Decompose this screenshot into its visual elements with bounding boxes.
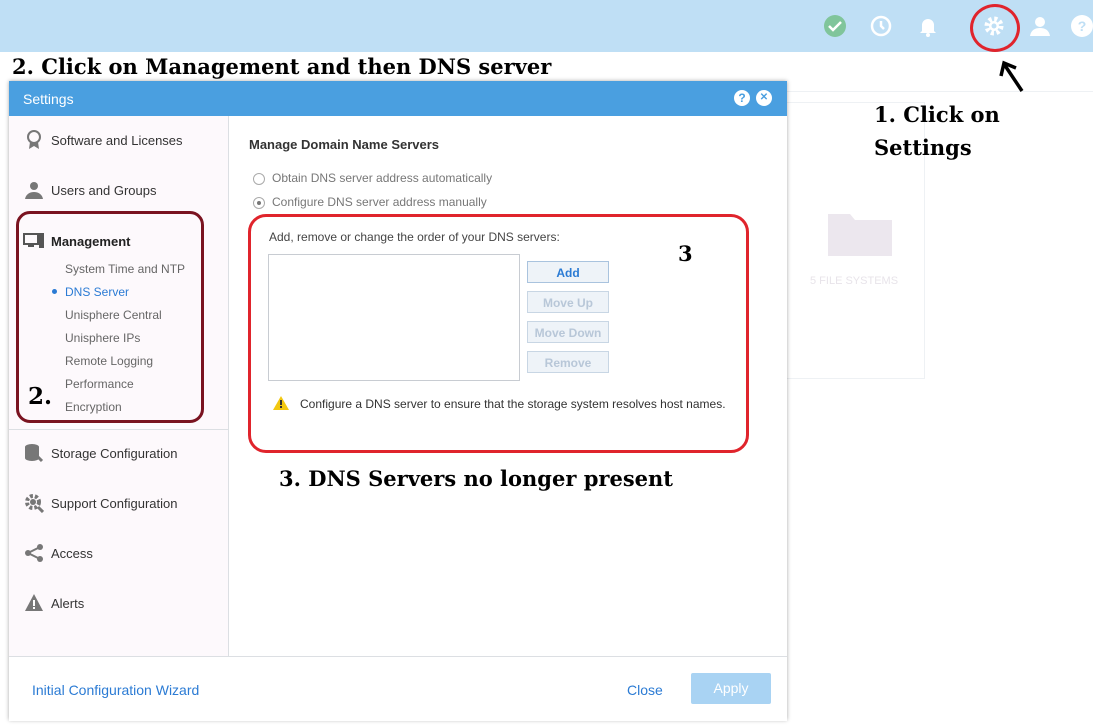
user-icon	[23, 179, 45, 201]
annotation-step3-caption: 3. DNS Servers no longer present	[279, 466, 673, 491]
annotation-arrow-icon	[996, 58, 1026, 99]
annotation-step2-marker: 2.	[28, 383, 53, 410]
sidebar-item-storage[interactable]: Storage Configuration	[23, 441, 177, 465]
dialog-help-button[interactable]: ?	[734, 90, 750, 106]
help-icon[interactable]: ?	[1069, 13, 1093, 39]
user-icon[interactable]	[1027, 13, 1053, 39]
radio-obtain-auto-label[interactable]: Obtain DNS server address automatically	[272, 171, 492, 185]
check-status-icon[interactable]	[822, 13, 848, 39]
sidebar-divider	[9, 429, 228, 430]
database-icon	[23, 442, 45, 464]
top-bar: ?	[0, 0, 1093, 52]
award-icon	[23, 129, 45, 151]
sidebar-item-access[interactable]: Access	[23, 541, 93, 565]
bell-icon[interactable]	[915, 13, 941, 39]
annotation-settings-circle	[970, 4, 1020, 52]
radio-obtain-auto[interactable]	[253, 173, 265, 185]
sidebar-item-users[interactable]: Users and Groups	[23, 178, 157, 202]
background-card-label: 5 FILE SYSTEMS	[810, 275, 899, 287]
radio-configure-manual-label[interactable]: Configure DNS server address manually	[272, 195, 487, 209]
sidebar-item-alerts[interactable]: Alerts	[23, 591, 84, 615]
dialog-title: Settings	[23, 91, 74, 107]
dialog-header: Settings ? ✕	[9, 81, 787, 116]
initial-config-wizard-link[interactable]: Initial Configuration Wizard	[32, 682, 199, 698]
page-title: Manage Domain Name Servers	[249, 137, 440, 152]
radio-configure-manual[interactable]	[253, 197, 265, 209]
sidebar-item-support[interactable]: Support Configuration	[23, 491, 177, 515]
background-divider	[786, 91, 1093, 92]
annotation-step3-marker: 3	[678, 241, 693, 266]
annotation-dns-box	[248, 214, 749, 453]
share-icon	[23, 542, 45, 564]
folder-icon	[828, 208, 892, 256]
dialog-close-button[interactable]: ✕	[756, 90, 772, 106]
dialog-footer: Initial Configuration Wizard Close Apply	[9, 656, 787, 721]
annotation-step1-line1: 1. Click on	[874, 102, 1000, 127]
sidebar-item-software[interactable]: Software and Licenses	[23, 128, 183, 152]
support-gear-icon	[23, 492, 45, 514]
close-button[interactable]: Close	[627, 682, 663, 698]
annotation-step2-header: 2. Click on Management and then DNS serv…	[12, 54, 552, 79]
alert-icon	[23, 592, 45, 614]
svg-text:?: ?	[1078, 18, 1087, 34]
apply-button[interactable]: Apply	[691, 673, 771, 704]
history-icon[interactable]	[868, 13, 894, 39]
annotation-step1-line2: Settings	[874, 135, 972, 160]
